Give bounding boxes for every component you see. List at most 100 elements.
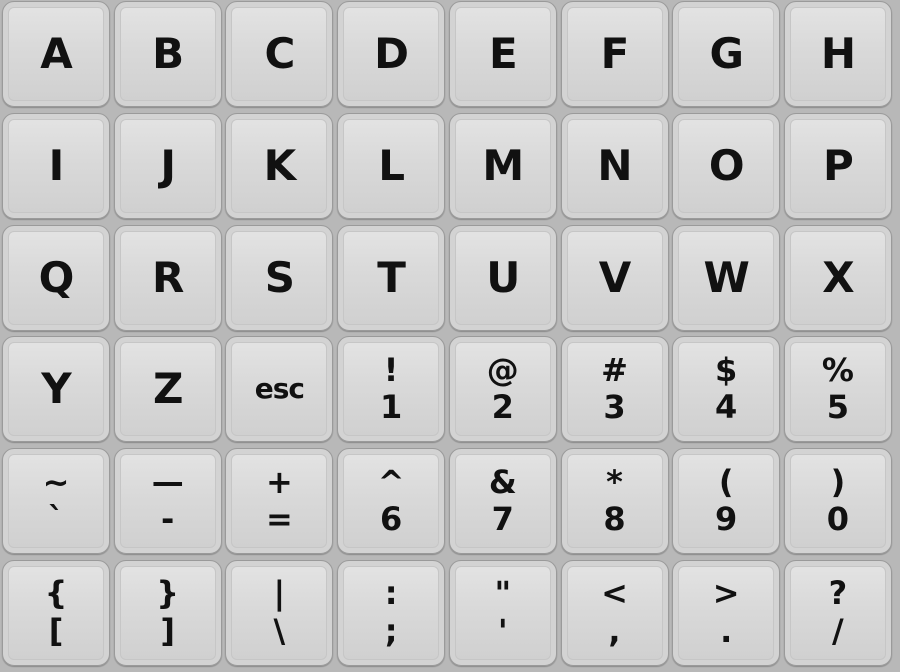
key-r1-c8[interactable]: H — [783, 1, 892, 107]
key-r6-c4[interactable]: :; — [337, 560, 446, 666]
key-r1-c3[interactable]: C — [225, 1, 334, 107]
key-r6-c3[interactable]: | \ — [225, 560, 334, 666]
key-r1-c4[interactable]: D — [337, 1, 446, 107]
key-r2-c2[interactable]: J — [113, 112, 222, 219]
key-r3-c2[interactable]: R — [113, 224, 222, 331]
key-shift-label: ^ — [377, 462, 405, 501]
key-r6-c6[interactable]: <, — [560, 560, 669, 666]
key-label: Z — [152, 364, 183, 414]
key-r2-c6[interactable]: N — [560, 112, 669, 219]
key-shift-label: ) — [830, 462, 846, 501]
key-r5-c8[interactable]: ) 0 — [783, 448, 892, 555]
key-label: P — [822, 140, 854, 190]
key-label: D — [374, 29, 409, 78]
key-base-label: 2 — [491, 388, 514, 427]
key-label: G — [709, 29, 743, 78]
key-r1-c7[interactable]: G — [672, 1, 781, 107]
key-label: I — [48, 140, 65, 190]
key-r5-c6[interactable]: * 8 — [560, 448, 669, 555]
key-r6-c5[interactable]: " ' — [448, 560, 557, 666]
key-shift-label: ( — [718, 462, 734, 501]
key-r5-c3[interactable]: + = — [225, 448, 334, 555]
key-base-label: , — [608, 612, 621, 650]
key-r6-c8[interactable]: ? / — [783, 560, 892, 666]
key-label: C — [264, 29, 295, 78]
key-r3-c6[interactable]: V — [560, 224, 669, 331]
key-r4-c7[interactable]: $4 — [672, 336, 781, 443]
key-shift-label: $ — [715, 350, 738, 389]
key-r1-c2[interactable]: B — [113, 1, 222, 107]
key-shift-label: > — [712, 574, 740, 613]
key-r4-c8[interactable]: % 5 — [783, 336, 892, 443]
key-r4-c3[interactable]: esc — [225, 336, 334, 443]
key-r2-c5[interactable]: M — [448, 112, 557, 219]
key-r5-c4[interactable]: ^ 6 — [337, 448, 446, 555]
key-base-label: 5 — [826, 388, 850, 427]
key-shift-label: { — [44, 574, 68, 613]
key-r2-c1[interactable]: I — [2, 112, 110, 219]
key-base-label: 7 — [491, 500, 514, 539]
key-r3-c5[interactable]: U — [448, 224, 557, 331]
key-base-label: - — [161, 500, 175, 539]
key-r3-c7[interactable]: W — [672, 224, 781, 331]
key-r5-c1[interactable]: ~ ` — [2, 448, 110, 555]
key-r5-c7[interactable]: (9 — [672, 448, 781, 555]
key-label: B — [152, 29, 184, 78]
key-r3-c8[interactable]: X — [783, 224, 892, 331]
key-shift-label: — — [151, 462, 184, 501]
key-label: A — [40, 29, 73, 78]
key-base-label: ` — [48, 500, 64, 539]
key-base-label: = — [265, 500, 293, 539]
key-label: K — [263, 140, 297, 190]
key-label: esc — [254, 372, 305, 406]
key-shift-label: } — [156, 574, 180, 613]
key-base-label: 1 — [379, 388, 403, 427]
key-r4-c4[interactable]: ! 1 — [337, 336, 446, 443]
key-label: O — [708, 140, 745, 190]
key-label: Y — [41, 364, 71, 414]
key-label: X — [822, 252, 854, 302]
key-base-label: . — [720, 612, 733, 650]
key-r1-c1[interactable]: A — [2, 1, 110, 107]
key-label: N — [597, 140, 632, 190]
key-base-label: ] — [160, 612, 175, 650]
key-base-label: [ — [48, 612, 64, 650]
key-base-label: 9 — [715, 500, 738, 539]
key-r2-c8[interactable]: P — [783, 112, 892, 219]
key-shift-label: < — [601, 574, 628, 613]
key-base-label: 0 — [826, 500, 850, 539]
key-r4-c6[interactable]: #3 — [560, 336, 669, 443]
key-r6-c7[interactable]: >. — [672, 560, 781, 666]
key-base-label: ' — [497, 612, 508, 650]
key-r4-c2[interactable]: Z — [113, 336, 222, 443]
key-r5-c5[interactable]: & 7 — [448, 448, 557, 555]
key-r4-c1[interactable]: Y — [2, 336, 110, 443]
key-r6-c2[interactable]: }] — [113, 560, 222, 666]
key-label: H — [820, 29, 856, 78]
key-base-label: \ — [273, 612, 286, 650]
key-r5-c2[interactable]: — - — [113, 448, 222, 555]
key-r4-c5[interactable]: @2 — [448, 336, 557, 443]
key-r3-c1[interactable]: Q — [2, 224, 110, 331]
key-label: L — [378, 140, 405, 190]
key-label: Q — [38, 252, 75, 302]
key-label: V — [598, 252, 632, 302]
key-r1-c6[interactable]: F — [560, 1, 669, 107]
key-r2-c7[interactable]: O — [672, 112, 781, 219]
key-label: T — [377, 252, 406, 302]
key-r3-c4[interactable]: T — [337, 224, 446, 331]
key-label: F — [600, 29, 630, 78]
key-base-label: 8 — [603, 500, 626, 539]
on-screen-keyboard: A B C D E F G H I J K L M N O P Q R S T U V W X Y Zesc! 1 @2 #3 $4% 5 ~… — [0, 0, 900, 672]
key-r1-c5[interactable]: E — [448, 1, 557, 107]
key-r2-c3[interactable]: K — [225, 112, 334, 219]
key-shift-label: + — [265, 462, 293, 501]
key-label: M — [482, 140, 524, 190]
key-label: R — [152, 252, 184, 302]
key-shift-label: " — [494, 574, 512, 613]
key-r2-c4[interactable]: L — [337, 112, 446, 219]
key-shift-label: & — [488, 462, 517, 501]
key-shift-label: ! — [383, 350, 399, 389]
key-r6-c1[interactable]: {[ — [2, 560, 110, 666]
key-r3-c3[interactable]: S — [225, 224, 334, 331]
